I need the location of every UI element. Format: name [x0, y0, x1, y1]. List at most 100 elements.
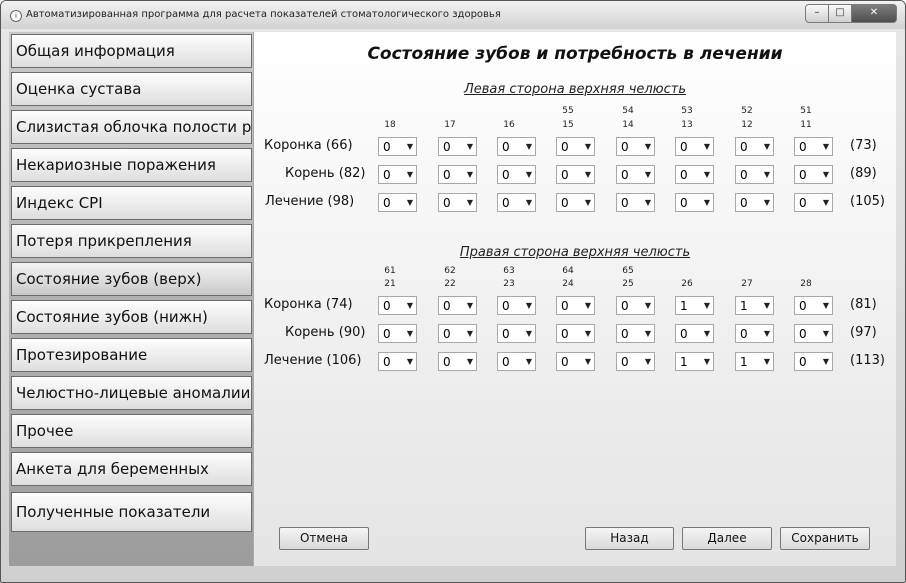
tooth-status-select[interactable]: 1 ▼ — [675, 296, 714, 315]
maximize-button[interactable]: □ — [829, 4, 852, 23]
select-value: 0 — [621, 355, 629, 369]
save-button[interactable]: Сохранить — [780, 527, 870, 550]
tooth-status-select[interactable]: 0 ▼ — [735, 324, 774, 343]
tooth-status-select[interactable]: 1 ▼ — [675, 352, 714, 371]
chevron-down-icon: ▼ — [763, 170, 770, 179]
title-bar: i Автоматизированная программа для расче… — [1, 1, 905, 29]
sidebar-item[interactable]: Состояние зубов (верх) — [11, 262, 252, 296]
tooth-status-select[interactable]: 0 ▼ — [675, 165, 714, 184]
tooth-status-select[interactable]: 0 ▼ — [497, 137, 536, 156]
chevron-down-icon: ▼ — [763, 198, 770, 207]
tooth-status-select[interactable]: 0 ▼ — [735, 137, 774, 156]
tooth-number: 12 — [741, 120, 753, 130]
sidebar-item[interactable]: Состояние зубов (нижн) — [11, 300, 252, 334]
back-button[interactable]: Назад — [585, 527, 674, 550]
tooth-number-primary: 65 — [622, 266, 634, 276]
tooth-status-select[interactable]: 0 ▼ — [616, 296, 655, 315]
tooth-status-select[interactable]: 0 ▼ — [556, 352, 595, 371]
tooth-number: 13 — [681, 120, 693, 130]
close-button[interactable]: ✕ — [852, 4, 897, 23]
tooth-status-select[interactable]: 0 ▼ — [497, 296, 536, 315]
tooth-number: 27 — [741, 279, 753, 289]
next-button[interactable]: Далее — [682, 527, 772, 550]
tooth-number: 14 — [622, 120, 634, 130]
row-end-code: (73) — [850, 138, 877, 153]
tooth-status-select[interactable]: 0 ▼ — [675, 137, 714, 156]
tooth-number: 15 — [562, 120, 574, 130]
tooth-status-select[interactable]: 0 ▼ — [438, 352, 477, 371]
chevron-down-icon: ▼ — [584, 301, 591, 310]
sidebar-item[interactable]: Слизистая облочка полости рта — [11, 110, 252, 144]
tooth-number: 26 — [681, 279, 693, 289]
app-window: i Автоматизированная программа для расче… — [0, 0, 906, 583]
minimize-button[interactable]: – — [805, 4, 829, 23]
select-value: 0 — [502, 168, 510, 182]
tooth-number: 28 — [800, 279, 812, 289]
sidebar-item[interactable]: Протезирование — [11, 338, 252, 372]
tooth-status-select[interactable]: 1 ▼ — [735, 352, 774, 371]
tooth-status-select[interactable]: 0 ▼ — [735, 165, 774, 184]
tooth-status-select[interactable]: 0 ▼ — [616, 352, 655, 371]
sidebar-item[interactable]: Некариозные поражения — [11, 148, 252, 182]
sidebar-item[interactable]: Индекс CPI — [11, 186, 252, 220]
tooth-number-primary: 62 — [444, 266, 456, 276]
row-label: Корень (90) — [285, 325, 365, 340]
chevron-down-icon: ▼ — [763, 142, 770, 151]
tooth-status-select[interactable]: 0 ▼ — [438, 296, 477, 315]
select-value: 0 — [621, 299, 629, 313]
tooth-status-select[interactable]: 0 ▼ — [497, 324, 536, 343]
cancel-button[interactable]: Отмена — [279, 527, 369, 550]
select-value: 1 — [740, 299, 748, 313]
tooth-status-select[interactable]: 0 ▼ — [794, 296, 833, 315]
sidebar-item[interactable]: Общая информация — [11, 34, 252, 68]
tooth-status-select[interactable]: 0 ▼ — [616, 165, 655, 184]
chevron-down-icon: ▼ — [584, 329, 591, 338]
tooth-status-select[interactable]: 0 ▼ — [497, 165, 536, 184]
sidebar-item[interactable]: Оценка сустава — [11, 72, 252, 106]
tooth-status-select[interactable]: 0 ▼ — [794, 137, 833, 156]
tooth-status-select[interactable]: 0 ▼ — [378, 137, 417, 156]
tooth-status-select[interactable]: 0 ▼ — [735, 193, 774, 212]
sidebar-item[interactable]: Потеря прикрепления — [11, 224, 252, 258]
select-value: 1 — [680, 355, 688, 369]
tooth-status-select[interactable]: 0 ▼ — [616, 137, 655, 156]
chevron-down-icon: ▼ — [525, 142, 532, 151]
tooth-status-select[interactable]: 0 ▼ — [556, 324, 595, 343]
tooth-status-select[interactable]: 0 ▼ — [497, 193, 536, 212]
tooth-status-select[interactable]: 0 ▼ — [378, 324, 417, 343]
tooth-status-select[interactable]: 0 ▼ — [556, 193, 595, 212]
tooth-status-select[interactable]: 0 ▼ — [675, 324, 714, 343]
tooth-status-select[interactable]: 0 ▼ — [616, 193, 655, 212]
sidebar-item[interactable]: Челюстно-лицевые аномалии — [11, 376, 252, 410]
tooth-status-select[interactable]: 0 ▼ — [378, 296, 417, 315]
tooth-status-select[interactable]: 0 ▼ — [438, 324, 477, 343]
row-end-code: (89) — [850, 166, 877, 181]
select-value: 0 — [383, 355, 391, 369]
tooth-status-select[interactable]: 0 ▼ — [438, 165, 477, 184]
tooth-status-select[interactable]: 0 ▼ — [378, 193, 417, 212]
tooth-status-select[interactable]: 0 ▼ — [675, 193, 714, 212]
sidebar-item[interactable]: Прочее — [11, 414, 252, 448]
chevron-down-icon: ▼ — [525, 329, 532, 338]
tooth-status-select[interactable]: 0 ▼ — [497, 352, 536, 371]
row-end-code: (81) — [850, 297, 877, 312]
tooth-status-select[interactable]: 0 ▼ — [616, 324, 655, 343]
tooth-status-select[interactable]: 0 ▼ — [378, 165, 417, 184]
tooth-status-select[interactable]: 0 ▼ — [794, 352, 833, 371]
tooth-status-select[interactable]: 0 ▼ — [438, 137, 477, 156]
tooth-status-select[interactable]: 1 ▼ — [735, 296, 774, 315]
sidebar-item[interactable]: Полученные показатели — [11, 492, 252, 532]
tooth-status-select[interactable]: 0 ▼ — [556, 296, 595, 315]
tooth-status-select[interactable]: 0 ▼ — [794, 165, 833, 184]
tooth-status-select[interactable]: 0 ▼ — [378, 352, 417, 371]
tooth-status-select[interactable]: 0 ▼ — [556, 165, 595, 184]
select-value: 0 — [740, 168, 748, 182]
tooth-status-select[interactable]: 0 ▼ — [556, 137, 595, 156]
select-value: 0 — [680, 140, 688, 154]
tooth-status-select[interactable]: 0 ▼ — [794, 193, 833, 212]
row-label: Корень (82) — [285, 166, 365, 181]
tooth-status-select[interactable]: 0 ▼ — [794, 324, 833, 343]
sidebar-item[interactable]: Анкета для беременных — [11, 452, 252, 486]
tooth-number-primary: 64 — [562, 266, 574, 276]
tooth-status-select[interactable]: 0 ▼ — [438, 193, 477, 212]
